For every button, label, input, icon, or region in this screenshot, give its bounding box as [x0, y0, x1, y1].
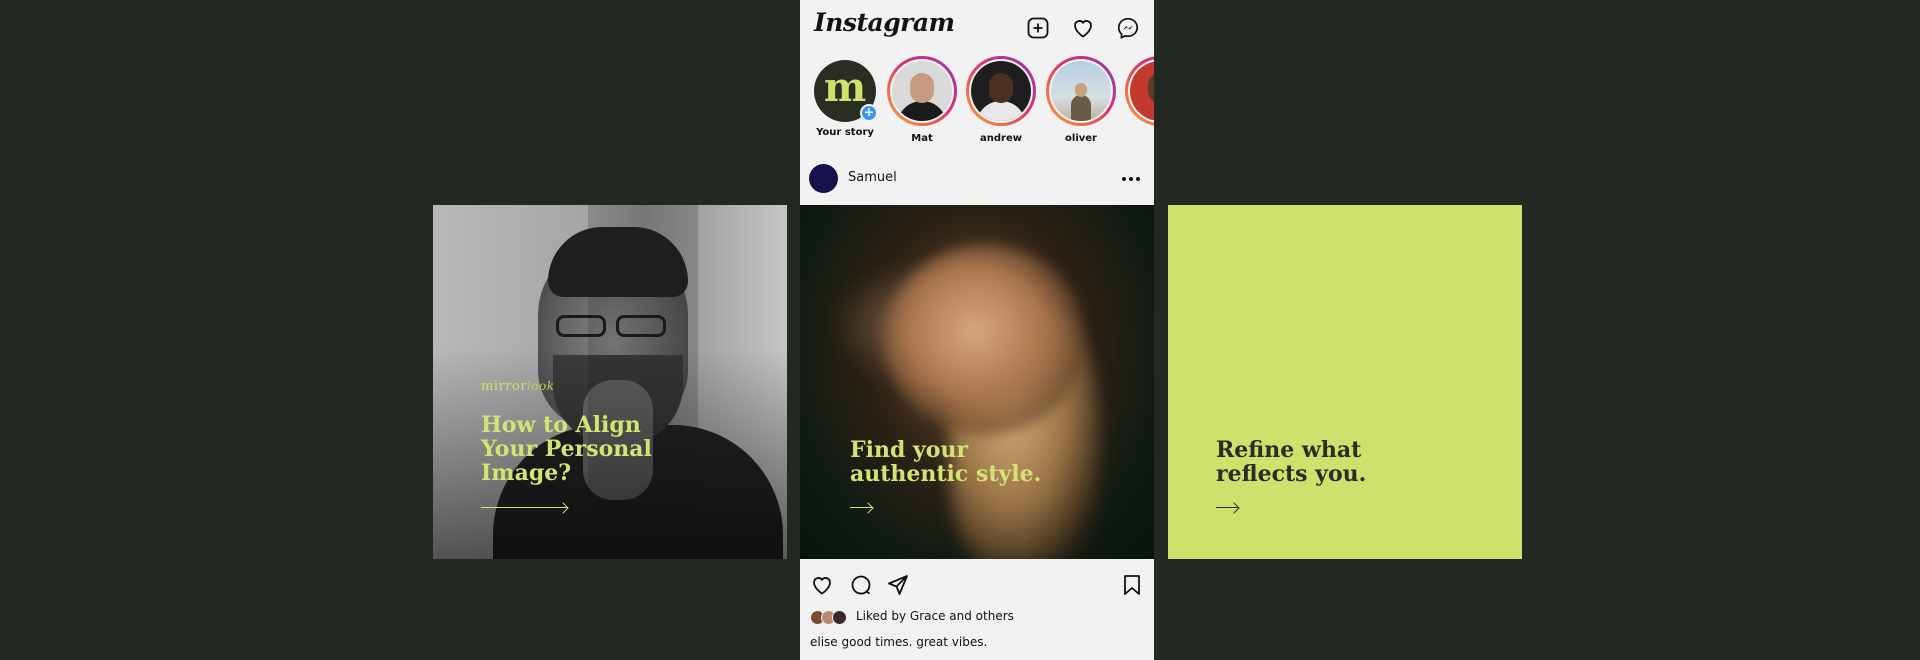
- post-header: Samuel: [800, 160, 1154, 200]
- add-story-plus-icon[interactable]: +: [860, 104, 878, 122]
- app-header: Instagram: [800, 0, 1154, 52]
- story-andrew[interactable]: andrew: [964, 56, 1038, 144]
- slide-title-line: Your Personal: [481, 436, 652, 462]
- brand-wordmark: mirror: [481, 379, 527, 394]
- more-options-icon[interactable]: [1122, 170, 1142, 186]
- story-ring: [1046, 56, 1116, 126]
- brand-logo: mirrorlook: [481, 379, 555, 394]
- liked-by-text: Liked by Grace and others: [856, 609, 1014, 623]
- slide-title-line: reflects you.: [1216, 461, 1367, 487]
- messenger-icon[interactable]: [1116, 16, 1140, 40]
- slide-title-line: How to Align: [481, 412, 641, 438]
- story-name: Mat: [911, 133, 933, 144]
- brand-script: look: [526, 379, 555, 393]
- share-send-icon[interactable]: [886, 573, 910, 597]
- carousel-slide-right: Refine what reflects you.: [1168, 205, 1522, 559]
- like-heart-icon[interactable]: [810, 573, 834, 597]
- post-caption: elise good times. great vibes.: [810, 635, 988, 649]
- heart-icon[interactable]: [1071, 16, 1095, 40]
- post-overlay-title: Find your authentic style.: [850, 438, 1090, 486]
- stories-row: m + Your story Mat andrew oliver m: [800, 56, 1154, 152]
- instagram-phone-frame: Instagram m + Your story Mat andrew oliv…: [800, 0, 1154, 660]
- instagram-logo: Instagram: [814, 8, 955, 37]
- bookmark-icon[interactable]: [1120, 573, 1144, 597]
- arrow-right-icon: [481, 507, 567, 508]
- story-m[interactable]: m: [1123, 56, 1154, 144]
- add-post-icon[interactable]: [1026, 16, 1050, 40]
- comment-icon[interactable]: [849, 573, 873, 597]
- post-actions: [800, 570, 1154, 600]
- slide-title: Refine what reflects you.: [1216, 438, 1446, 486]
- story-name: m: [1123, 133, 1154, 144]
- slide-title-line: authentic style.: [850, 461, 1042, 487]
- story-your-story[interactable]: m + Your story: [808, 56, 882, 138]
- story-name: Your story: [816, 127, 874, 138]
- post-avatar[interactable]: [809, 164, 838, 193]
- blur-face: [885, 245, 1085, 435]
- avatar: [1051, 61, 1111, 121]
- carousel-slide-left: mirrorlook How to Align Your Personal Im…: [433, 205, 787, 559]
- liker-avatar: [832, 610, 847, 625]
- avatar: [971, 61, 1031, 121]
- post-username[interactable]: Samuel: [848, 170, 897, 185]
- avatar: [1130, 61, 1154, 121]
- slide-title-line: Find your: [850, 437, 969, 463]
- story-name: andrew: [980, 133, 1022, 144]
- story-ring: [966, 56, 1036, 126]
- avatar: [892, 61, 952, 121]
- post-image[interactable]: Find your authentic style.: [800, 205, 1154, 559]
- story-oliver[interactable]: oliver: [1044, 56, 1118, 144]
- slide-title-line: Image?: [481, 460, 572, 486]
- arrow-right-icon: [1216, 507, 1238, 508]
- own-avatar: m +: [814, 60, 878, 122]
- slide-title: How to Align Your Personal Image?: [481, 413, 711, 485]
- story-name: oliver: [1065, 133, 1097, 144]
- slide-title-line: Refine what: [1216, 437, 1362, 463]
- story-mat[interactable]: Mat: [885, 56, 959, 144]
- story-ring: [887, 56, 957, 126]
- story-ring: [1125, 56, 1154, 126]
- arrow-right-icon: [850, 507, 872, 508]
